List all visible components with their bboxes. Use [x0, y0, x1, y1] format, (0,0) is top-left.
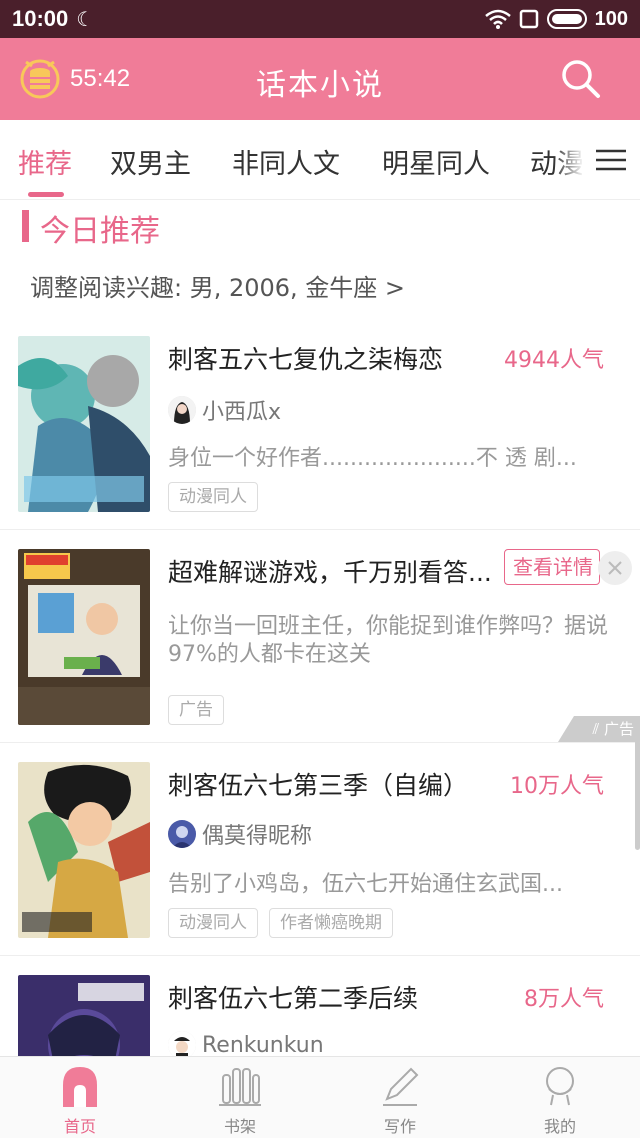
- novel-cover: [18, 762, 150, 938]
- tab-celebrity-fanfic[interactable]: 明星同人: [382, 142, 490, 181]
- nav-label: 我的: [543, 1117, 576, 1136]
- tab-original[interactable]: 非同人文: [232, 142, 340, 181]
- bottom-nav: 首页 书架 写作 我的: [0, 1056, 640, 1138]
- author-row[interactable]: 小西瓜x: [168, 394, 281, 426]
- popularity-count: 10万人气: [510, 774, 604, 799]
- novel-tag[interactable]: 作者懒癌晚期: [269, 908, 393, 938]
- scrollbar[interactable]: [635, 740, 640, 850]
- pen-icon: [383, 1067, 419, 1106]
- nav-label: 书架: [223, 1117, 256, 1136]
- status-icons: 100: [484, 0, 628, 38]
- nav-write[interactable]: 写作: [340, 1065, 460, 1137]
- popularity-count: 8万人气: [524, 987, 604, 1012]
- bookshelf-icon: [219, 1068, 261, 1106]
- section-title: 今日推荐: [40, 214, 160, 249]
- category-tabs: 推荐 双男主 非同人文 明星同人 动漫同人: [0, 120, 640, 200]
- close-ad-button[interactable]: [598, 551, 632, 585]
- view-details-button[interactable]: 查看详情: [504, 549, 600, 585]
- ad-label-badge: ⫽ 广告: [558, 716, 640, 742]
- battery-level: 100: [594, 7, 628, 30]
- sim-icon: [519, 9, 538, 29]
- ad-mark-icon: ⫽: [592, 720, 600, 738]
- section-marker: [22, 210, 29, 242]
- status-time: 10:00: [12, 6, 69, 31]
- close-icon: [608, 561, 622, 575]
- nav-label: 首页: [63, 1117, 96, 1136]
- ad-title: 超难解谜游戏，千万别看答...: [168, 558, 492, 587]
- battery-icon: [546, 9, 587, 29]
- ad-image: [18, 549, 150, 725]
- nav-home[interactable]: 首页: [20, 1065, 140, 1137]
- author-avatar: [168, 820, 196, 848]
- tab-fade: [554, 120, 584, 199]
- adjust-interest-link[interactable]: 调整阅读兴趣: 男, 2006, 金牛座 >: [30, 268, 405, 303]
- ad-tag: 广告: [168, 695, 224, 725]
- novel-tag[interactable]: 动漫同人: [168, 908, 258, 938]
- tab-menu-button[interactable]: [582, 120, 640, 199]
- app-header: 55:42 话本小说: [0, 38, 640, 120]
- novel-title: 刺客五六七复仇之柒梅恋: [168, 345, 444, 374]
- author-row[interactable]: Renkunkun: [168, 1031, 324, 1059]
- author-avatar: [168, 1031, 196, 1059]
- nav-profile[interactable]: 我的: [500, 1065, 620, 1137]
- author-name: 偶莫得昵称: [202, 824, 313, 849]
- home-icon: [63, 1067, 97, 1107]
- novel-card[interactable]: 刺客伍六七第三季（自编） 10万人气 偶莫得昵称 告别了小鸡岛，伍六七开始通住玄…: [0, 744, 640, 956]
- novel-tag[interactable]: 动漫同人: [168, 482, 258, 512]
- ad-mark-text: 广告: [603, 720, 634, 738]
- author-avatar: [168, 396, 196, 424]
- novel-description: 告别了小鸡岛，伍六七开始通住玄武国...: [168, 872, 563, 897]
- novel-title: 刺客伍六七第二季后续: [168, 984, 419, 1013]
- profile-icon: [546, 1067, 574, 1106]
- novel-card[interactable]: 刺客五六七复仇之柒梅恋 4944人气 小西瓜x 身位一个好作者.........…: [0, 318, 640, 530]
- ad-card[interactable]: 超难解谜游戏，千万别看答... 查看详情 让你当一回班主任，你能捉到谁作弊吗？据…: [0, 531, 640, 743]
- author-name: Renkunkun: [202, 1032, 324, 1058]
- app-title: 话本小说: [256, 68, 384, 103]
- popularity-count: 4944人气: [504, 348, 604, 373]
- novel-cover: [18, 336, 150, 512]
- author-row[interactable]: 偶莫得昵称: [168, 818, 312, 850]
- active-tab-indicator: [28, 192, 64, 197]
- nav-bookshelf[interactable]: 书架: [180, 1065, 300, 1137]
- author-name: 小西瓜x: [202, 400, 282, 425]
- novel-description: 身位一个好作者......................不 透 剧...: [168, 446, 577, 471]
- menu-icon: [596, 149, 626, 170]
- novel-title: 刺客伍六七第三季（自编）: [168, 771, 469, 800]
- ad-description: 让你当一回班主任，你能捉到谁作弊吗？据说97%的人都卡在这关: [168, 614, 609, 667]
- moon-icon: ☾: [76, 7, 95, 31]
- status-bar: 10:00 ☾ 100: [0, 0, 640, 38]
- wifi-icon: [484, 9, 511, 29]
- tab-double-male[interactable]: 双男主: [110, 142, 191, 181]
- tab-recommend[interactable]: 推荐: [18, 142, 72, 181]
- nav-label: 写作: [383, 1117, 416, 1136]
- search-icon[interactable]: [560, 58, 602, 100]
